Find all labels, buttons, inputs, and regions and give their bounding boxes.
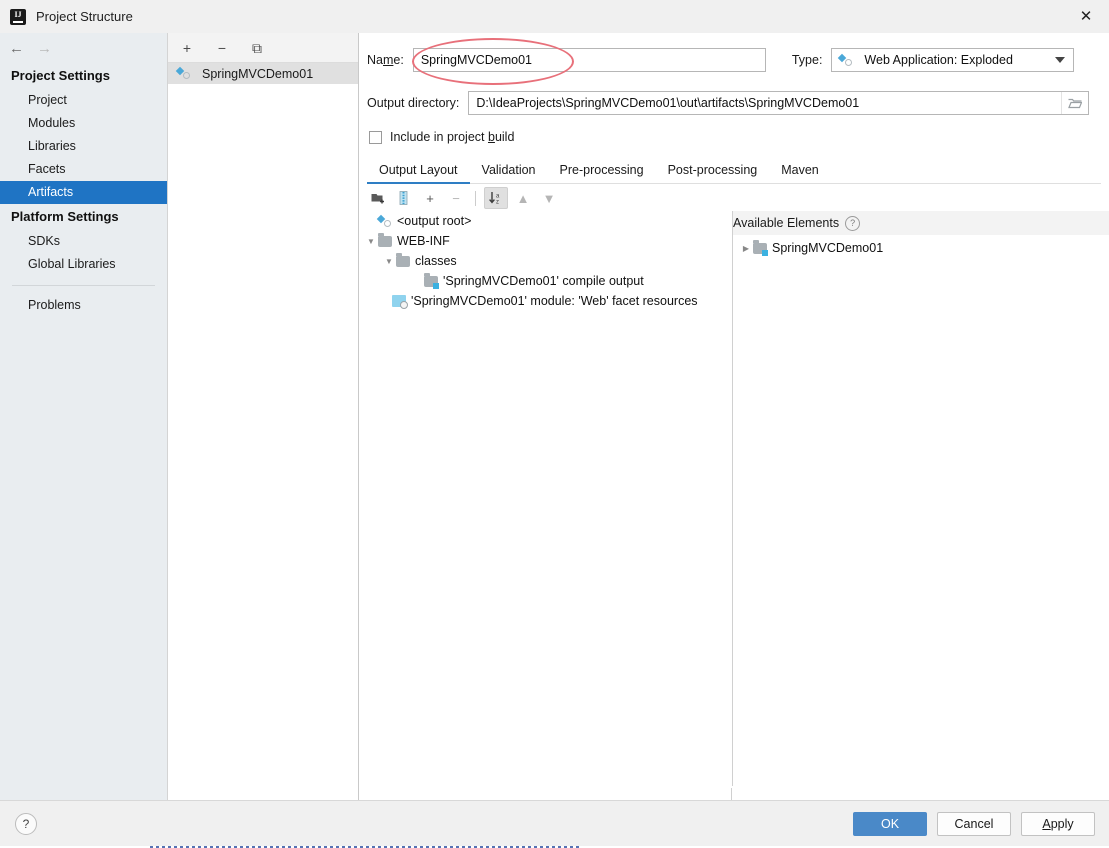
chevron-down-icon (1055, 57, 1066, 63)
tab-output-layout[interactable]: Output Layout (367, 163, 470, 184)
sidebar-item-libraries[interactable]: Libraries (0, 135, 167, 158)
collapse-twisty-icon[interactable]: ▼ (364, 237, 378, 246)
ok-button[interactable]: OK (853, 812, 927, 836)
compile-output-icon (424, 272, 439, 289)
expand-twisty-icon[interactable]: ▶ (739, 244, 753, 253)
sidebar-item-problems[interactable]: Problems (0, 294, 167, 317)
sidebar-divider (12, 285, 155, 286)
expand-twisty-icon: ▼ (410, 277, 424, 286)
artifacts-list-panel: + − ⧉ SpringMVCDemo01 (168, 33, 359, 800)
tree-row[interactable]: ▼ <output root> (360, 211, 732, 231)
module-icon (753, 239, 768, 256)
tree-row-label: classes (415, 254, 457, 268)
forward-arrow-icon[interactable]: → (37, 41, 52, 56)
artifact-tabs: Output Layout Validation Pre-processing … (367, 157, 1101, 184)
close-icon[interactable]: ✕ (1063, 0, 1109, 32)
tab-post-processing[interactable]: Post-processing (656, 163, 770, 183)
tree-row-label: <output root> (397, 214, 472, 228)
sidebar-item-artifacts[interactable]: Artifacts (0, 181, 167, 204)
tree-row[interactable]: ▼ 'SpringMVCDemo01' module: 'Web' facet … (360, 291, 732, 311)
copy-artifact-icon[interactable]: ⧉ (248, 39, 266, 57)
create-directory-icon[interactable] (367, 188, 389, 208)
tree-row-label: 'SpringMVCDemo01' module: 'Web' facet re… (411, 294, 698, 308)
sidebar-item-sdks[interactable]: SDKs (0, 230, 167, 253)
output-layout-toolbar: + − a z ▲ ▼ (367, 185, 732, 211)
svg-text:z: z (496, 200, 499, 206)
cancel-button[interactable]: Cancel (937, 812, 1011, 836)
sidebar-item-modules[interactable]: Modules (0, 112, 167, 135)
help-icon[interactable]: ? (845, 215, 861, 231)
artifact-type-value: Web Application: Exploded (864, 53, 1013, 67)
window-titlebar: Project Structure ✕ (0, 0, 1109, 34)
output-directory-input[interactable] (469, 92, 1062, 114)
move-down-icon[interactable]: ▼ (538, 188, 560, 208)
output-layout-tree-pane: ▼ <output root> ▼ WEB-INF ▼ classes ▼ 'S… (360, 211, 733, 786)
artifact-type-dropdown[interactable]: Web Application: Exploded (831, 48, 1075, 72)
tree-row[interactable]: ▼ WEB-INF (360, 231, 732, 251)
artifact-icon (177, 67, 191, 80)
artifact-details-panel: Name: Type: Web Application: Exploded Ou… (359, 33, 1109, 833)
apply-button[interactable]: Apply (1021, 812, 1095, 836)
create-archive-icon[interactable] (393, 188, 415, 208)
browse-folder-icon[interactable] (1061, 92, 1088, 114)
artifact-type-icon (839, 54, 853, 67)
expand-twisty-icon: ▼ (364, 217, 378, 226)
tree-row[interactable]: ▼ 'SpringMVCDemo01' compile output (360, 271, 732, 291)
add-icon[interactable]: + (419, 188, 441, 208)
name-row: Name: Type: Web Application: Exploded (367, 47, 1101, 73)
artifacts-toolbar: + − ⧉ (168, 33, 358, 63)
tree-row[interactable]: ▶ SpringMVCDemo01 (733, 238, 1109, 258)
intellij-idea-icon (10, 8, 26, 25)
settings-sidebar: ← → Project Settings Project Modules Lib… (0, 33, 168, 800)
sidebar-navigation: ← → (0, 33, 167, 63)
type-label: Type: (791, 53, 823, 67)
name-label: Name: (367, 53, 404, 67)
collapse-twisty-icon[interactable]: ▼ (382, 257, 396, 266)
artifact-name-input[interactable] (412, 48, 766, 72)
window-title: Project Structure (36, 9, 133, 24)
output-root-icon (378, 215, 392, 228)
move-up-icon[interactable]: ▲ (512, 188, 534, 208)
folder-icon (396, 252, 410, 267)
tab-pre-processing[interactable]: Pre-processing (548, 163, 656, 183)
available-elements-title: Available Elements (733, 216, 840, 230)
available-elements-pane: Available Elements ? ▶ SpringMVCDemo01 (733, 211, 1109, 786)
include-in-project-build-checkbox[interactable] (369, 130, 382, 144)
sidebar-item-global-libraries[interactable]: Global Libraries (0, 253, 167, 276)
tree-row-label: SpringMVCDemo01 (772, 241, 884, 255)
sidebar-group-platform-settings: Platform Settings (11, 209, 119, 224)
dialog-footer: ? OK Cancel Apply (0, 800, 1109, 847)
sidebar-item-project[interactable]: Project (0, 89, 167, 112)
available-elements-header: Available Elements ? (733, 211, 1109, 235)
expand-twisty-icon: ▼ (378, 297, 392, 306)
add-artifact-icon[interactable]: + (178, 39, 196, 57)
tree-row-label: 'SpringMVCDemo01' compile output (443, 274, 644, 288)
tab-validation[interactable]: Validation (470, 163, 548, 183)
sidebar-item-facets[interactable]: Facets (0, 158, 167, 181)
include-in-project-build-label: Include in project build (390, 130, 515, 144)
artifact-list-item[interactable]: SpringMVCDemo01 (168, 63, 358, 84)
include-in-project-build-row[interactable]: Include in project build (369, 130, 514, 144)
sort-alphabetically-icon[interactable]: a z (484, 187, 508, 209)
output-directory-label: Output directory: (367, 96, 460, 110)
help-button[interactable]: ? (15, 813, 37, 835)
back-arrow-icon[interactable]: ← (9, 41, 24, 56)
remove-icon[interactable]: − (445, 188, 467, 208)
web-facet-icon (392, 295, 408, 309)
tab-maven[interactable]: Maven (769, 163, 831, 183)
tree-row[interactable]: ▼ classes (360, 251, 732, 271)
folder-icon (378, 232, 392, 247)
tree-row-label: WEB-INF (397, 234, 450, 248)
dialog-body: ← → Project Settings Project Modules Lib… (0, 33, 1109, 833)
artifact-list-item-label: SpringMVCDemo01 (202, 66, 314, 81)
output-directory-row: Output directory: (367, 90, 1101, 116)
remove-artifact-icon[interactable]: − (213, 39, 231, 57)
sidebar-group-project-settings: Project Settings (11, 68, 110, 83)
toolbar-divider (475, 190, 476, 206)
output-directory-field-wrap (468, 91, 1090, 115)
